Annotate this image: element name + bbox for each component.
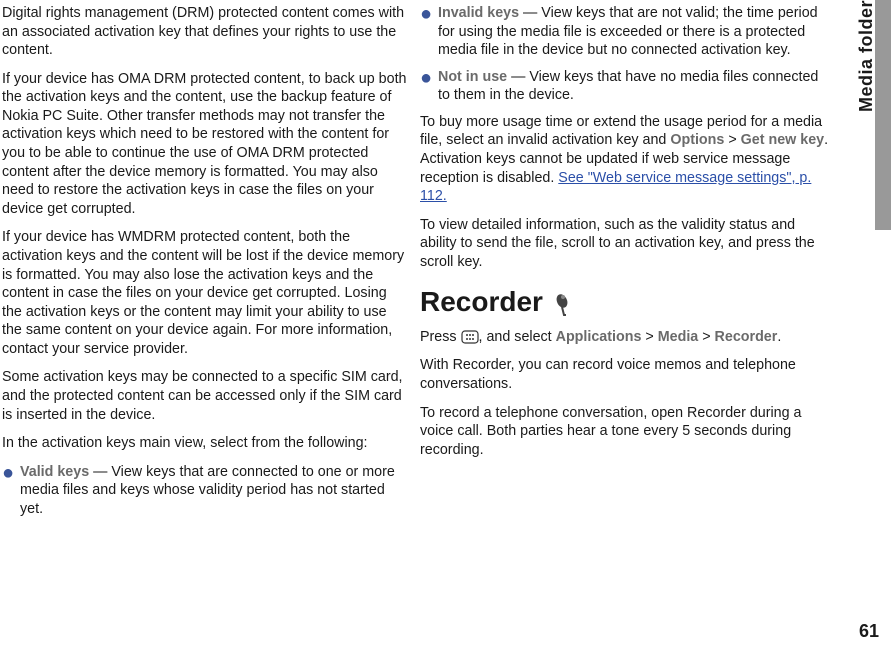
bullet-icon: ● — [2, 463, 20, 519]
paragraph-buy-usage: To buy more usage time or extend the usa… — [420, 113, 830, 206]
paragraph-record-call: To record a telephone conversation, open… — [420, 404, 830, 460]
microphone-icon — [553, 290, 573, 314]
home-key-icon — [461, 330, 479, 344]
paragraph-wmdrm: If your device has WMDRM protected conte… — [2, 228, 410, 358]
nav-recorder: Recorder — [715, 329, 778, 345]
paragraph-sim-keys: Some activation keys may be connected to… — [2, 368, 410, 424]
bullet-invalid-keys: ● Invalid keys — View keys that are not … — [420, 4, 830, 60]
paragraph-view-detailed: To view detailed information, such as th… — [420, 216, 830, 272]
bullet-label-valid-keys: Valid keys — [20, 464, 89, 480]
bullet-icon: ● — [420, 4, 438, 60]
paragraph-select-from: In the activation keys main view, select… — [2, 434, 410, 453]
nav-options: Options — [670, 132, 724, 148]
nav-get-new-key: Get new key — [741, 132, 824, 148]
side-tab: Media folder — [843, 0, 891, 651]
nav-media: Media — [658, 329, 699, 345]
bullet-valid-keys: ● Valid keys — View keys that are connec… — [2, 463, 410, 519]
paragraph-press-select: Press , and select Applications > Media … — [420, 328, 830, 347]
nav-applications: Applications — [556, 329, 642, 345]
bullet-icon: ● — [420, 68, 438, 105]
paragraph-recorder-intro: With Recorder, you can record voice memo… — [420, 356, 830, 393]
bullet-not-in-use: ● Not in use — View keys that have no me… — [420, 68, 830, 105]
side-tab-label: Media folder — [855, 0, 878, 122]
paragraph-oma-drm: If your device has OMA DRM protected con… — [2, 70, 410, 219]
heading-recorder: Recorder — [420, 284, 830, 320]
page-number: 61 — [859, 620, 879, 643]
bullet-label-not-in-use: Not in use — [438, 69, 507, 85]
bullet-label-invalid-keys: Invalid keys — [438, 5, 519, 21]
paragraph-drm-intro: Digital rights management (DRM) protecte… — [2, 4, 410, 60]
